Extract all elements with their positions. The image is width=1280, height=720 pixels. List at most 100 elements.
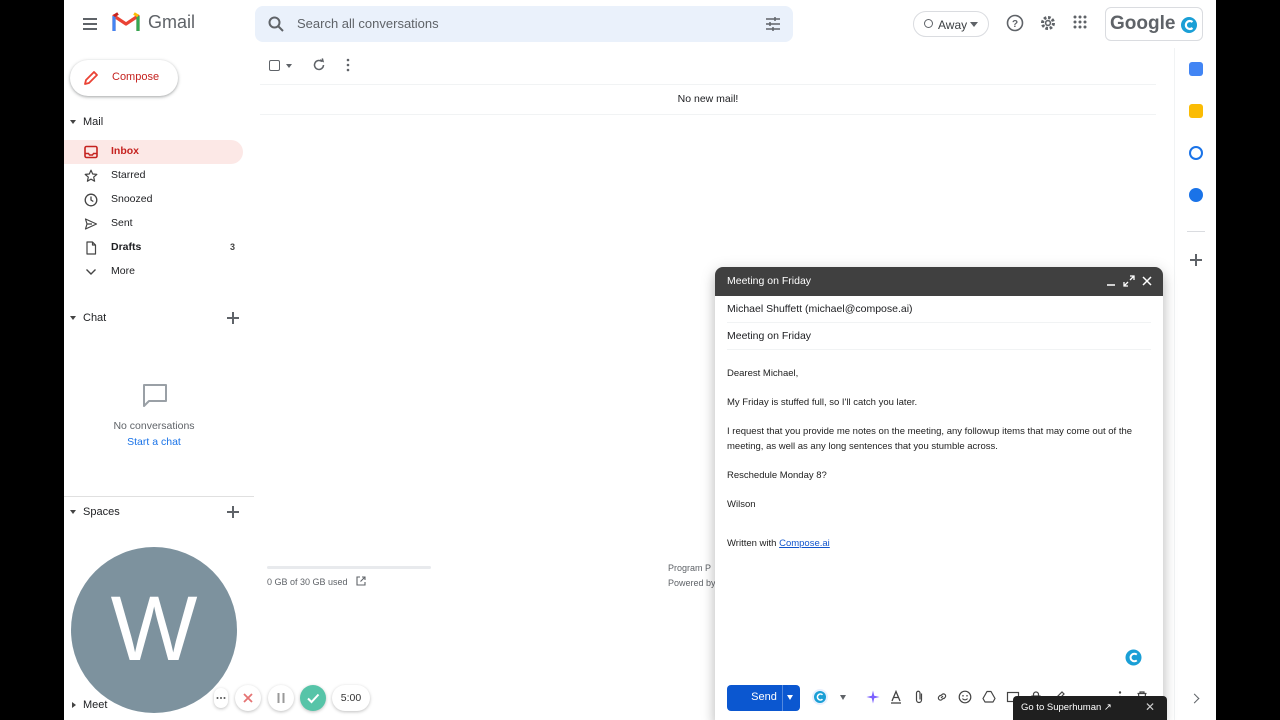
close-icon <box>243 693 253 703</box>
mail-section-label: Mail <box>83 116 104 128</box>
superhuman-banner[interactable]: Go to Superhuman ↗ ✕ <box>1013 696 1167 720</box>
drafts-count-badge: 3 <box>229 242 235 252</box>
chat-bubble-icon <box>143 384 167 407</box>
refresh-icon[interactable] <box>312 58 326 72</box>
sidebar-item-snoozed[interactable]: Snoozed <box>64 188 243 212</box>
sparkle-icon[interactable] <box>866 690 880 704</box>
gmail-logo[interactable]: Gmail <box>112 11 195 33</box>
get-addons-plus-icon[interactable] <box>1190 254 1202 266</box>
list-divider <box>260 114 1156 115</box>
subject-value: Meeting on Friday <box>727 330 812 342</box>
star-icon <box>84 169 98 182</box>
storage-usage-text[interactable]: 0 GB of 30 GB used <box>267 577 348 587</box>
sidebar-item-inbox[interactable]: Inbox <box>64 140 243 164</box>
body-paragraph[interactable]: I request that you provide me notes on t… <box>727 425 1151 454</box>
mail-section-header[interactable]: Mail <box>64 116 254 130</box>
chevron-right-icon[interactable] <box>1189 693 1200 704</box>
compose-ai-avatar-icon[interactable] <box>1180 16 1198 34</box>
formatting-icon[interactable] <box>889 690 903 704</box>
send-button[interactable]: Send <box>727 685 800 711</box>
sidebar-item-starred[interactable]: Starred <box>64 164 243 188</box>
recorder-cancel-button[interactable] <box>235 685 261 711</box>
recipient-chip[interactable]: Michael Shuffett (michael@compose.ai) <box>727 303 913 315</box>
subject-field[interactable]: Meeting on Friday <box>727 323 1151 350</box>
caret-down-icon <box>970 22 978 27</box>
meet-section-label: Meet <box>83 699 108 711</box>
start-chat-link[interactable]: Start a chat <box>64 436 244 448</box>
sidebar-item-label: Starred <box>111 169 146 181</box>
body-paragraph[interactable]: My Friday is stuffed full, so I'll catch… <box>727 396 1151 411</box>
webcam-avatar[interactable]: W <box>71 547 237 713</box>
body-signoff[interactable]: Wilson <box>727 498 1151 513</box>
check-icon <box>307 693 320 704</box>
sidebar-item-label: Sent <box>111 217 133 229</box>
emoji-icon[interactable] <box>958 690 972 704</box>
side-panel <box>1174 48 1216 720</box>
new-space-plus-icon[interactable] <box>227 506 239 518</box>
compose-ai-toolbar-icon[interactable] <box>811 688 829 706</box>
no-conversations-text: No conversations <box>113 420 195 432</box>
search-options-icon[interactable] <box>765 16 781 32</box>
minimize-icon[interactable] <box>1105 275 1117 287</box>
to-field[interactable]: Michael Shuffett (michael@compose.ai) <box>727 296 1151 323</box>
body-paragraph[interactable]: Reschedule Monday 8? <box>727 469 1151 484</box>
sidebar-item-more[interactable]: More <box>64 260 243 284</box>
attach-icon[interactable] <box>912 690 926 704</box>
sidebar-divider <box>64 496 254 497</box>
compose-header[interactable]: Meeting on Friday <box>715 267 1163 296</box>
compose-button[interactable]: Compose <box>70 60 178 96</box>
more-vert-icon[interactable] <box>343 58 353 72</box>
select-all-checkbox[interactable] <box>269 60 280 71</box>
drive-icon[interactable] <box>982 690 996 704</box>
fullscreen-icon[interactable] <box>1123 275 1135 287</box>
link-icon[interactable] <box>935 690 949 704</box>
search-input[interactable]: Search all conversations <box>297 16 439 31</box>
sidebar-item-sent[interactable]: Sent <box>64 212 243 236</box>
body-greeting[interactable]: Dearest Michael, <box>727 367 1151 382</box>
compose-title: Meeting on Friday <box>727 275 812 287</box>
recorder-more-icon[interactable] <box>214 688 228 708</box>
search-bar[interactable]: Search all conversations <box>255 6 793 42</box>
search-icon[interactable] <box>267 15 285 33</box>
avatar-letter: W <box>110 578 198 680</box>
compose-label: Compose <box>112 71 160 83</box>
send-divider <box>782 685 783 711</box>
recorder-pause-button[interactable] <box>268 685 294 711</box>
apps-grid-icon[interactable] <box>1072 14 1088 30</box>
pencil-icon <box>84 71 98 85</box>
close-icon[interactable] <box>1141 275 1153 287</box>
help-icon[interactable]: ? <box>1006 14 1024 32</box>
account-switcher[interactable]: Google <box>1105 7 1203 41</box>
compose-ai-caret-icon[interactable] <box>840 695 846 700</box>
main-menu-icon[interactable] <box>78 12 102 36</box>
storage-bar <box>267 566 431 569</box>
program-policies-link[interactable]: Program P <box>668 563 711 573</box>
status-selector[interactable]: Away <box>913 11 989 37</box>
spaces-section-header[interactable]: Spaces <box>64 506 254 520</box>
compose-ai-badge-icon[interactable] <box>1125 649 1142 666</box>
sidebar-item-drafts[interactable]: Drafts 3 <box>64 236 243 260</box>
chat-section-label: Chat <box>83 312 107 324</box>
select-caret-icon[interactable] <box>286 64 292 68</box>
compose-ai-link[interactable]: Compose.ai <box>779 538 830 549</box>
keep-icon[interactable] <box>1189 104 1203 118</box>
close-icon[interactable]: ✕ <box>1145 700 1155 714</box>
status-label: Away <box>938 18 968 32</box>
new-chat-plus-icon[interactable] <box>227 312 239 324</box>
sidebar-item-label: Snoozed <box>111 193 153 205</box>
empty-inbox-message: No new mail! <box>677 93 739 105</box>
settings-gear-icon[interactable] <box>1039 14 1057 32</box>
calendar-icon[interactable] <box>1189 62 1203 76</box>
recorder-finish-button[interactable] <box>300 685 326 711</box>
sidebar-item-label: More <box>111 265 135 277</box>
chat-section-header[interactable]: Chat <box>64 312 254 326</box>
svg-text:?: ? <box>1012 19 1018 30</box>
open-in-new-icon[interactable] <box>356 576 366 586</box>
contacts-icon[interactable] <box>1189 188 1203 202</box>
sidebar-item-label: Drafts <box>111 241 142 253</box>
schedule-send-caret-icon[interactable] <box>787 695 793 700</box>
superhuman-link[interactable]: Go to Superhuman ↗ <box>1021 702 1112 713</box>
tasks-icon[interactable] <box>1189 146 1203 160</box>
draft-icon <box>86 241 97 255</box>
send-icon <box>84 218 98 230</box>
